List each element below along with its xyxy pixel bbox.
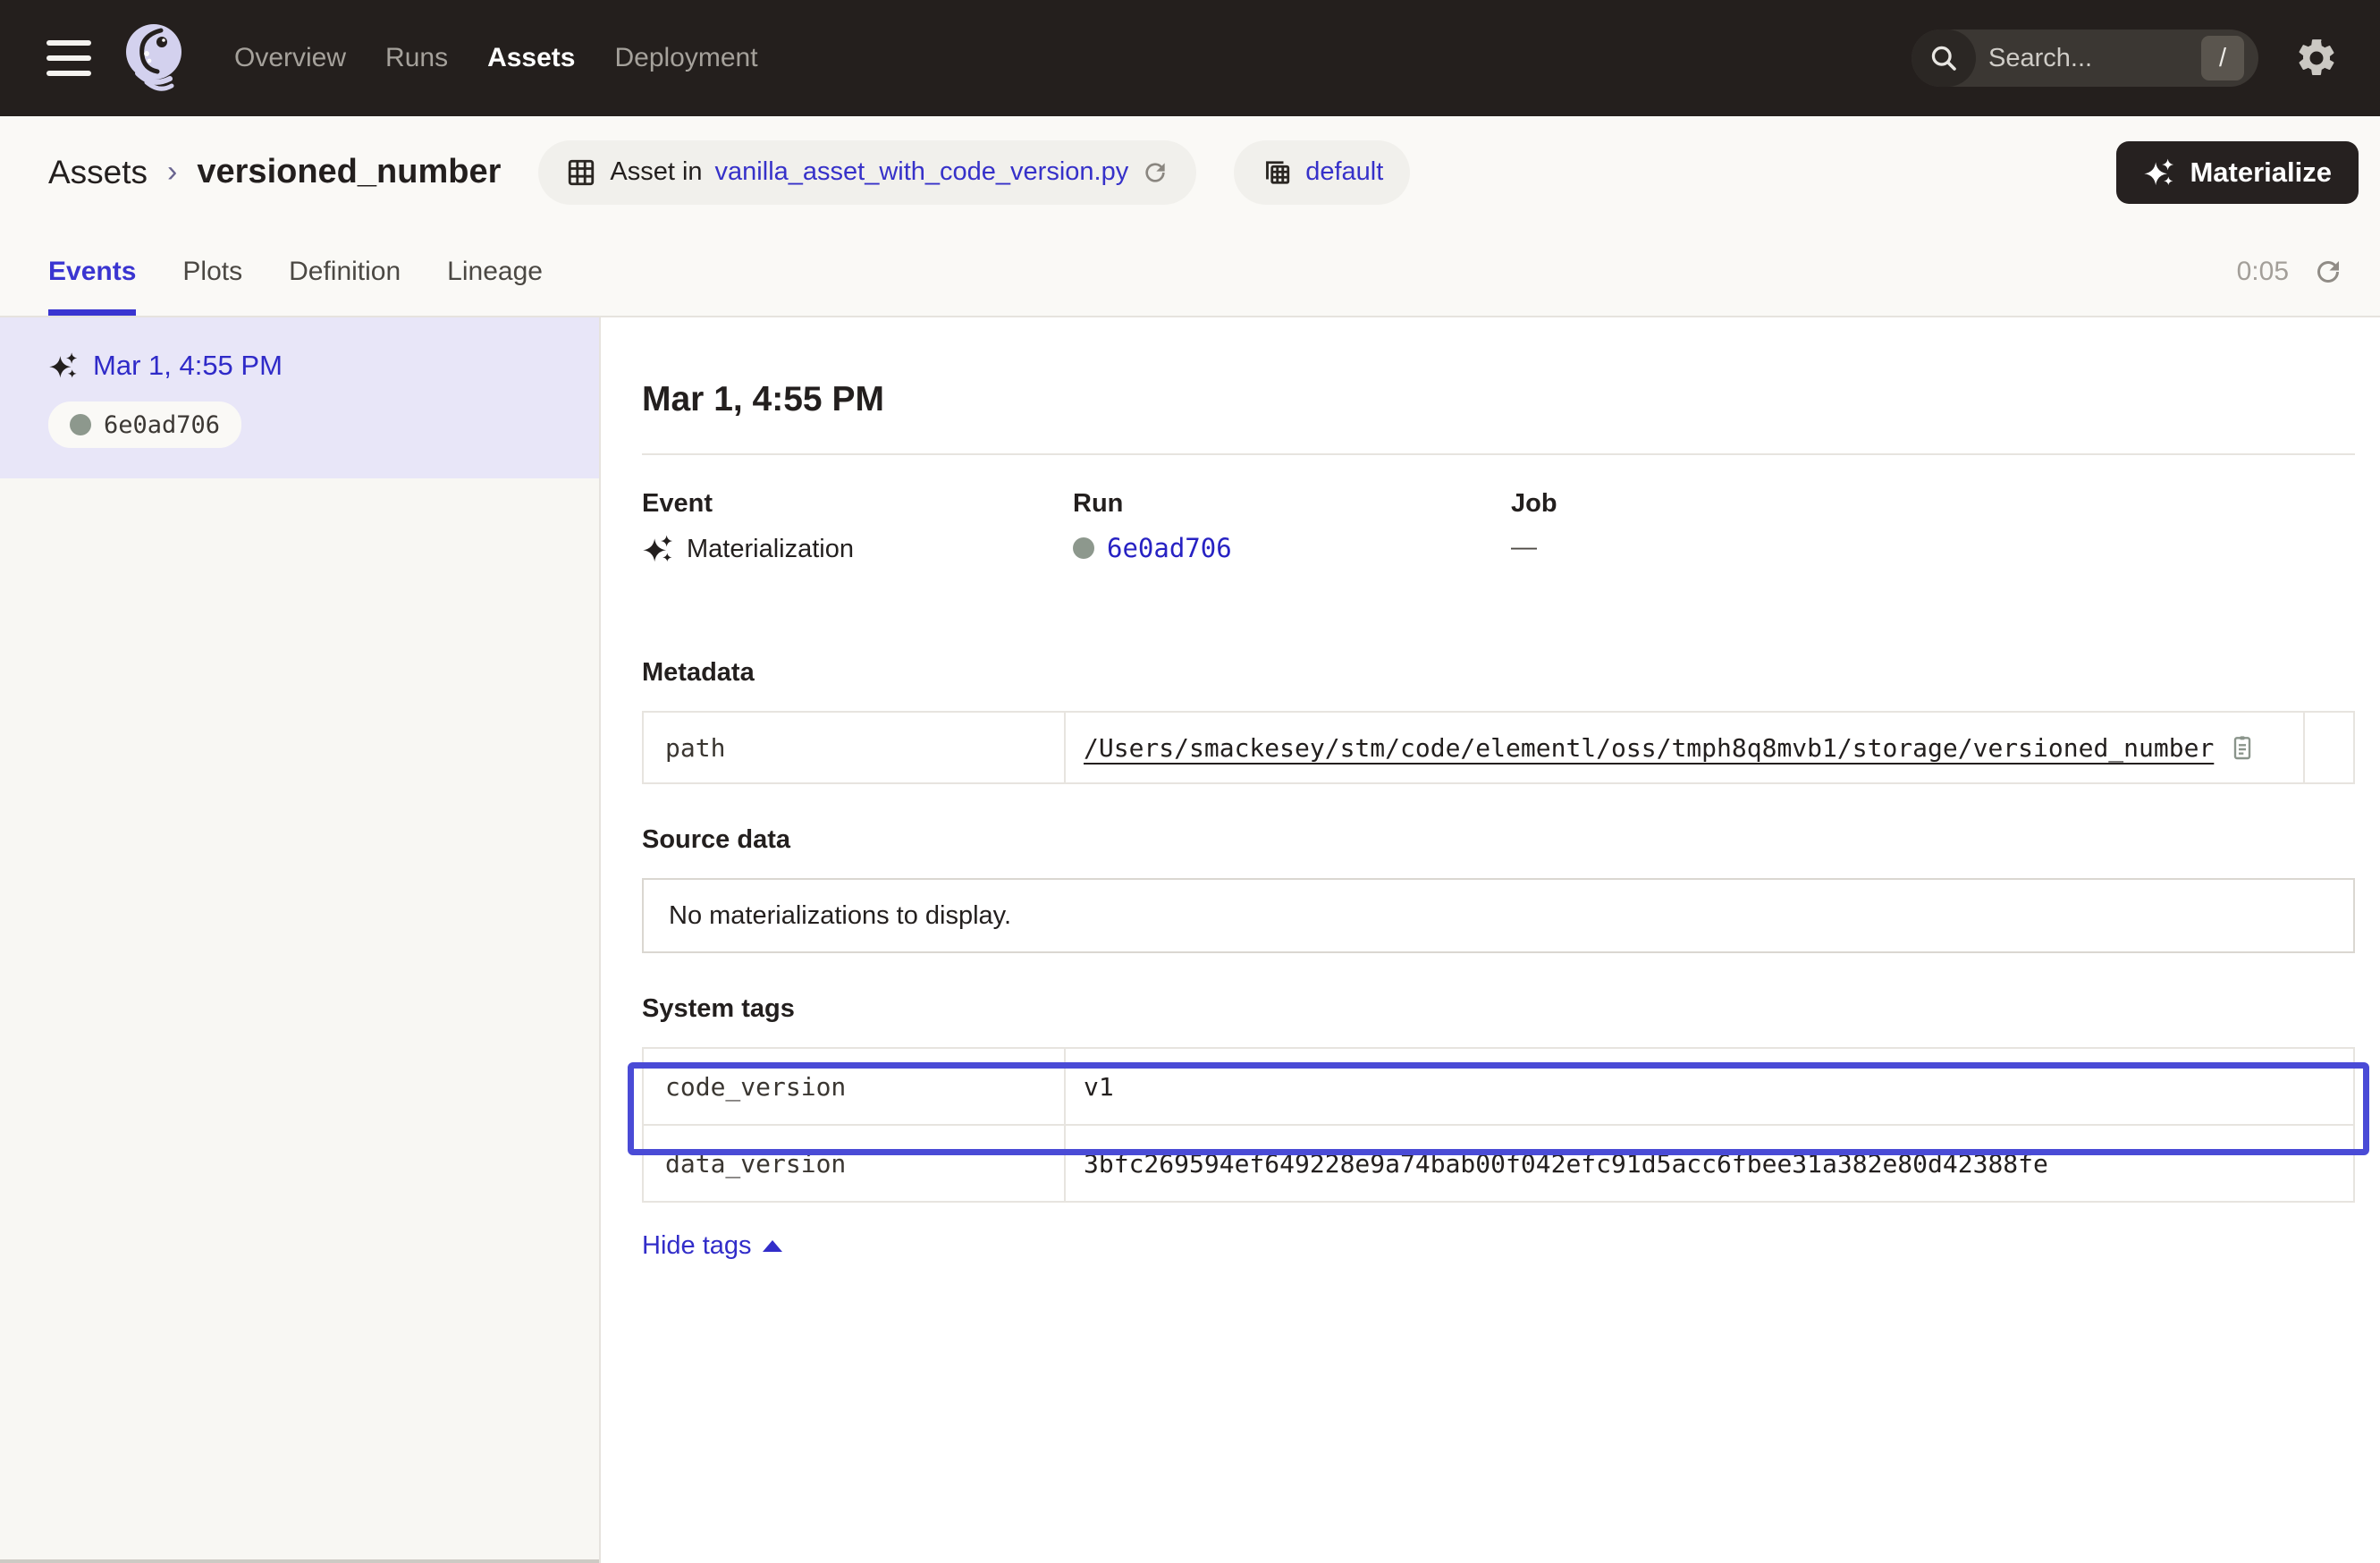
run-status-dot [1073, 537, 1094, 559]
refresh-icon[interactable] [1141, 158, 1169, 187]
sparkle-icon [2143, 156, 2175, 189]
event-column: Event Materialization [642, 489, 1073, 565]
metadata-heading: Metadata [642, 658, 2355, 688]
event-detail-panel: Mar 1, 4:55 PM Event Materialization Run [601, 317, 2380, 1563]
slash-shortcut-badge: / [2201, 36, 2244, 80]
run-column: Run 6e0ad706 [1073, 489, 1511, 565]
system-tags-table: code_version v1 data_version 3bfc269594e… [642, 1047, 2355, 1203]
search-box[interactable]: / [1912, 30, 2258, 87]
nav-item-deployment[interactable]: Deployment [614, 43, 757, 73]
source-data-heading: Source data [642, 825, 2355, 855]
event-list-item-selected[interactable]: Mar 1, 4:55 PM 6e0ad706 [0, 317, 599, 478]
table-row-data-version: data_version 3bfc269594ef649228e9a74bab0… [643, 1125, 2354, 1202]
tab-lineage[interactable]: Lineage [447, 228, 543, 316]
repo-badge: default [1234, 140, 1410, 205]
repo-grid-icon [1261, 156, 1293, 189]
metadata-path-link[interactable]: /Users/smackesey/stm/code/elementl/oss/t… [1084, 733, 2214, 763]
materialization-sparkle-icon [642, 533, 674, 565]
job-empty-value: — [1511, 533, 1537, 562]
job-column: Job — [1511, 489, 2355, 565]
materialize-button[interactable]: Materialize [2116, 141, 2359, 204]
breadcrumb: Assets › versioned_number Asset in vanil… [0, 116, 2380, 228]
tab-bar: Events Plots Definition Lineage 0:05 [0, 228, 2380, 316]
metadata-key: path [643, 712, 1065, 783]
tag-key: data_version [643, 1125, 1065, 1202]
search-icon [1912, 30, 1976, 87]
nav-item-runs[interactable]: Runs [385, 43, 448, 73]
event-type-value: Materialization [687, 535, 854, 564]
event-summary-grid: Event Materialization Run 6e0ad706 [642, 489, 2355, 565]
hamburger-menu-icon[interactable] [46, 40, 91, 76]
tag-value: 3bfc269594ef649228e9a74bab00f042efc91d5a… [1084, 1149, 2048, 1179]
nav-item-assets[interactable]: Assets [487, 43, 575, 73]
run-id-chip[interactable]: 6e0ad706 [48, 401, 241, 448]
event-detail-title: Mar 1, 4:55 PM [642, 380, 2355, 419]
materialize-label: Materialize [2190, 156, 2332, 189]
hide-tags-link[interactable]: Hide tags [642, 1231, 782, 1261]
metadata-table: path /Users/smackesey/stm/code/elementl/… [642, 711, 2355, 784]
sidebar-scrollbar[interactable] [0, 1559, 599, 1563]
asset-in-label: Asset in [610, 157, 702, 187]
refresh-countdown: 0:05 [2237, 257, 2289, 287]
run-id-link[interactable]: 6e0ad706 [1107, 533, 1232, 563]
caret-up-icon [763, 1240, 782, 1252]
tab-definition[interactable]: Definition [289, 228, 401, 316]
breadcrumb-assets-link[interactable]: Assets [48, 154, 148, 191]
refresh-icon[interactable] [2312, 256, 2344, 288]
table-grid-icon [565, 156, 597, 189]
asset-definition-badge: Asset in vanilla_asset_with_code_version… [538, 140, 1196, 205]
event-list-sidebar: Mar 1, 4:55 PM 6e0ad706 [0, 317, 601, 1563]
source-data-empty-box: No materializations to display. [642, 878, 2355, 953]
event-label: Event [642, 489, 1073, 519]
metadata-action-cell [2304, 712, 2354, 783]
primary-nav: Overview Runs Assets Deployment [234, 43, 758, 73]
repo-default-link[interactable]: default [1305, 157, 1383, 187]
system-tags-heading: System tags [642, 994, 2355, 1024]
asset-file-link[interactable]: vanilla_asset_with_code_version.py [715, 157, 1129, 187]
tab-plots[interactable]: Plots [182, 228, 242, 316]
dagster-logo[interactable] [120, 20, 188, 97]
materialization-sparkle-icon [48, 351, 79, 381]
search-input[interactable] [1976, 44, 2201, 73]
chevron-right-icon: › [167, 155, 177, 190]
source-data-empty-message: No materializations to display. [669, 901, 1011, 931]
page-header: Assets › versioned_number Asset in vanil… [0, 116, 2380, 317]
page-title: versioned_number [197, 153, 501, 191]
gear-icon[interactable] [2294, 36, 2339, 80]
tag-value: v1 [1084, 1072, 1114, 1102]
top-nav: Overview Runs Assets Deployment / [0, 0, 2380, 116]
copy-clipboard-icon[interactable] [2228, 733, 2257, 762]
nav-item-overview[interactable]: Overview [234, 43, 346, 73]
hide-tags-label: Hide tags [642, 1231, 752, 1261]
table-row-code-version: code_version v1 [643, 1048, 2354, 1125]
divider [642, 453, 2355, 455]
table-row: path /Users/smackesey/stm/code/elementl/… [643, 712, 2354, 783]
run-label: Run [1073, 489, 1511, 519]
event-timestamp-link[interactable]: Mar 1, 4:55 PM [93, 350, 283, 382]
run-status-dot [70, 414, 91, 435]
tag-key: code_version [643, 1048, 1065, 1125]
job-label: Job [1511, 489, 2355, 519]
run-id-label: 6e0ad706 [104, 411, 220, 439]
tab-events[interactable]: Events [48, 228, 136, 316]
